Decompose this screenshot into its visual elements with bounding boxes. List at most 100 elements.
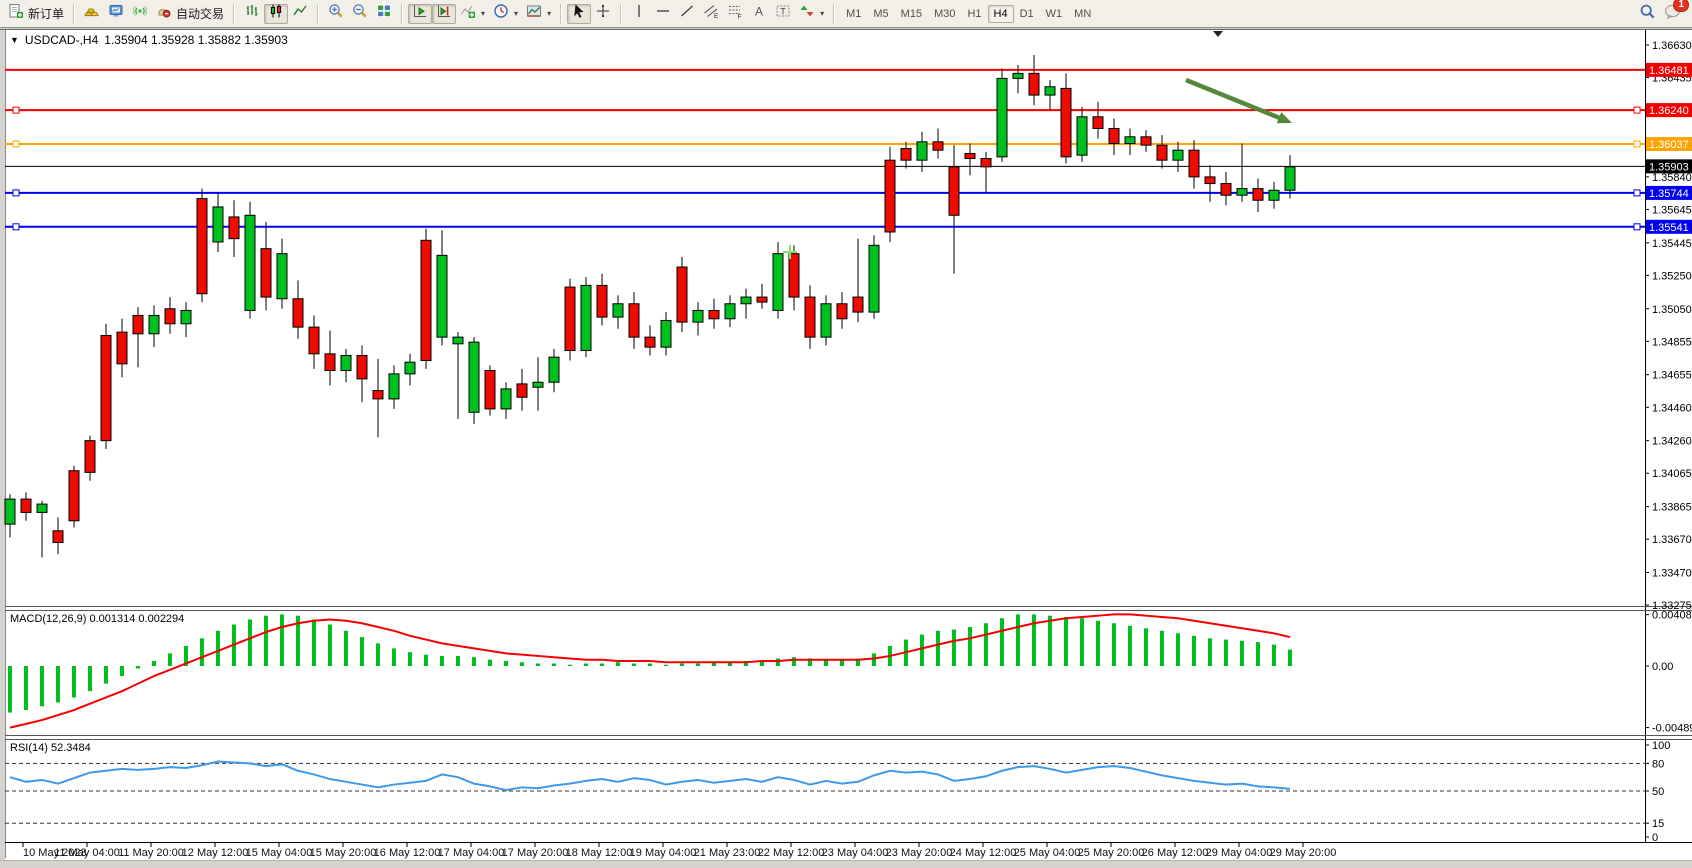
auto-scroll-icon — [412, 3, 428, 24]
publisher-button[interactable] — [104, 4, 128, 24]
svg-text:15 May 04:00: 15 May 04:00 — [246, 847, 313, 859]
svg-text:19 May 04:00: 19 May 04:00 — [630, 847, 697, 859]
line-handle[interactable] — [1634, 107, 1640, 113]
horizontal-line-objects — [5, 70, 1645, 230]
svg-text:T: T — [780, 7, 786, 17]
chart-canvas[interactable]: 1.366301.364351.358401.356451.354451.352… — [0, 0, 1692, 867]
indicators-icon — [460, 3, 476, 24]
zoom-out-icon — [352, 3, 368, 24]
rsi-pane: 1008050150 — [5, 740, 1670, 844]
signals-button[interactable] — [128, 4, 152, 24]
indicators-button[interactable]: ▾ — [456, 4, 489, 24]
svg-text:23 May 04:00: 23 May 04:00 — [822, 847, 889, 859]
timeframe-button-d1[interactable]: D1 — [1014, 5, 1040, 23]
line-handle[interactable] — [13, 107, 19, 113]
text-icon: A — [751, 3, 767, 24]
line-handle[interactable] — [13, 224, 19, 230]
vertical-line-icon — [631, 3, 647, 24]
toolbar-separator — [317, 4, 319, 24]
svg-text:17 May 04:00: 17 May 04:00 — [438, 847, 505, 859]
chart-bars-button[interactable] — [240, 4, 264, 24]
channel-button[interactable]: E — [699, 4, 723, 24]
svg-text:15 May 20:00: 15 May 20:00 — [310, 847, 377, 859]
svg-text:1.34655: 1.34655 — [1652, 370, 1692, 382]
svg-text:11 May 04:00: 11 May 04:00 — [54, 847, 120, 859]
timeframe-button-m5[interactable]: M5 — [867, 5, 894, 23]
zoom-in-button[interactable] — [324, 4, 348, 24]
zoom-out-button[interactable] — [348, 4, 372, 24]
symbol-menu-icon[interactable]: ▼ — [10, 35, 19, 45]
line-handle[interactable] — [1634, 224, 1640, 230]
svg-text:23 May 20:00: 23 May 20:00 — [886, 847, 953, 859]
vertical-line-button[interactable] — [627, 4, 651, 24]
tile-windows-icon — [376, 3, 392, 24]
chart-shift-marker[interactable] — [1213, 31, 1223, 37]
notification-badge: 1 — [1673, 0, 1689, 12]
crosshair-icon — [595, 3, 611, 24]
timeframe-button-m30[interactable]: M30 — [928, 5, 961, 23]
templates-button[interactable]: ▾ — [522, 4, 555, 24]
toolbar-separator — [233, 4, 235, 24]
svg-text:1.35645: 1.35645 — [1652, 204, 1692, 216]
shapes-button[interactable]: ▾ — [795, 4, 828, 24]
line-handle[interactable] — [13, 141, 19, 147]
fibonacci-button[interactable]: F — [723, 4, 747, 24]
svg-text:-0.004894: -0.004894 — [1652, 723, 1692, 735]
chart-candles-button[interactable] — [264, 4, 288, 24]
time-axis: 10 May 202311 May 04:0011 May 20:0012 Ma… — [23, 842, 1336, 859]
svg-text:1.36481: 1.36481 — [1649, 65, 1689, 77]
tile-windows-button[interactable] — [372, 4, 396, 24]
bar-chart-icon — [244, 3, 260, 24]
arrow-head[interactable] — [1277, 112, 1292, 123]
svg-text:50: 50 — [1652, 786, 1664, 798]
periods-button[interactable]: ▾ — [489, 4, 522, 24]
trend-arrow-annotation[interactable] — [1186, 80, 1283, 119]
timeframe-button-w1[interactable]: W1 — [1040, 5, 1069, 23]
text-button[interactable]: A — [747, 4, 771, 24]
notifications-button[interactable]: 1 — [1664, 3, 1682, 24]
clock-icon — [493, 3, 509, 24]
svg-text:E: E — [714, 14, 718, 19]
svg-text:100: 100 — [1652, 740, 1670, 752]
svg-text:1.35541: 1.35541 — [1649, 222, 1689, 234]
svg-text:16 May 12:00: 16 May 12:00 — [374, 847, 441, 859]
timeframe-button-h4[interactable]: H4 — [988, 5, 1014, 23]
timeframe-button-m15[interactable]: M15 — [895, 5, 928, 23]
timeframe-button-mn[interactable]: MN — [1068, 5, 1097, 23]
text-label-icon: T — [775, 3, 791, 24]
symbol-label: USDCAD-,H4 — [25, 33, 98, 47]
svg-text:24 May 12:00: 24 May 12:00 — [950, 847, 1017, 859]
new-order-icon — [8, 3, 24, 24]
gold-bars-icon — [84, 3, 100, 24]
text-label-button[interactable]: T — [771, 4, 795, 24]
timeframe-button-h1[interactable]: H1 — [961, 5, 987, 23]
chart-shift-button[interactable] — [432, 4, 456, 24]
line-handle[interactable] — [13, 190, 19, 196]
equidistant-channel-icon: E — [703, 3, 719, 24]
line-handle[interactable] — [1634, 141, 1640, 147]
auto-trading-button[interactable]: 自动交易 — [152, 4, 228, 24]
macd-indicator-label: MACD(12,26,9) 0.001314 0.002294 — [10, 613, 184, 625]
publisher-icon — [108, 3, 124, 24]
cursor-icon — [571, 3, 587, 24]
rsi-indicator-label: RSI(14) 52.3484 — [10, 742, 91, 754]
svg-text:1.35840: 1.35840 — [1652, 172, 1692, 184]
crosshair-button[interactable] — [591, 4, 615, 24]
chart-line-button[interactable] — [288, 4, 312, 24]
search-icon[interactable] — [1639, 3, 1656, 25]
line-handle[interactable] — [1634, 190, 1640, 196]
timeframe-button-m1[interactable]: M1 — [840, 5, 867, 23]
chart-shift-icon — [436, 3, 452, 24]
new-order-button[interactable]: 新订单 — [4, 4, 68, 24]
cursor-button[interactable] — [567, 4, 591, 24]
horizontal-line-button[interactable] — [651, 4, 675, 24]
trendline-button[interactable] — [675, 4, 699, 24]
svg-text:29 May 20:00: 29 May 20:00 — [1270, 847, 1337, 859]
macd-pane: 0.0040850.00-0.004894 — [10, 610, 1692, 735]
gold-button[interactable] — [80, 4, 104, 24]
template-icon — [526, 3, 542, 24]
symbol-readout: ▼ USDCAD-,H4 1.35904 1.35928 1.35882 1.3… — [10, 33, 288, 47]
auto-scroll-button[interactable] — [408, 4, 432, 24]
svg-text:29 May 04:00: 29 May 04:00 — [1206, 847, 1273, 859]
svg-text:1.33865: 1.33865 — [1652, 502, 1692, 514]
